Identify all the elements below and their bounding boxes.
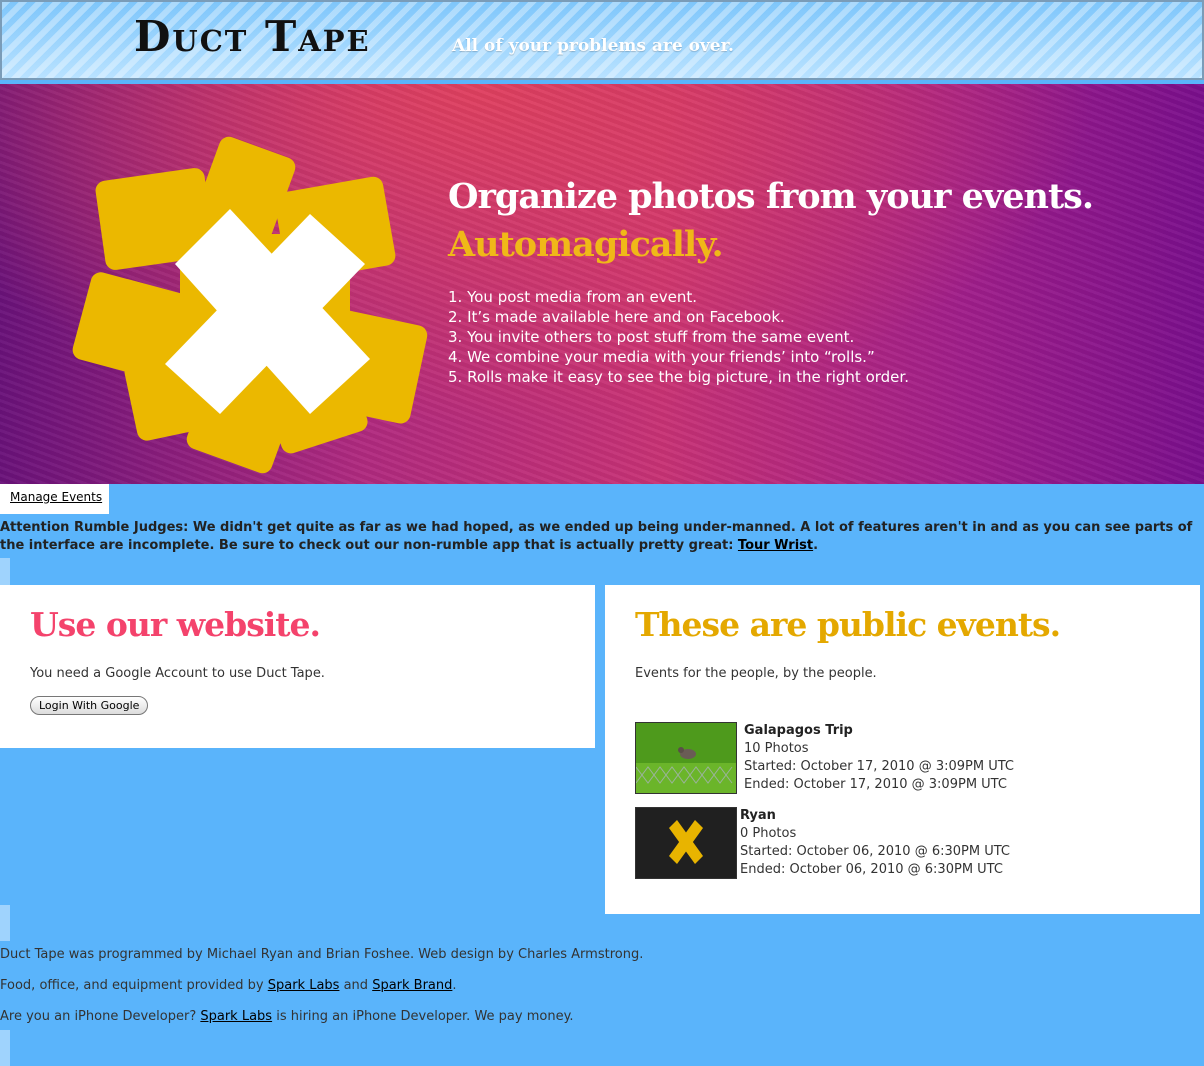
login-text: You need a Google Account to use Duct Ta… [30, 666, 325, 681]
spark-brand-link[interactable]: Spark Brand [372, 978, 452, 993]
column-notch [0, 558, 10, 585]
event-thumbnail[interactable] [635, 722, 737, 794]
event-item[interactable]: Ryan 0 Photos Started: October 06, 2010 … [635, 807, 1175, 883]
login-panel: Use our website. You need a Google Accou… [0, 585, 595, 748]
notice-end: . [813, 538, 819, 553]
hero-step: 1. You post media from an event. [448, 288, 697, 306]
hero-step: 2. It’s made available here and on Faceb… [448, 308, 785, 326]
manage-events-link[interactable]: Manage Events [10, 490, 102, 504]
event-info: Galapagos Trip 10 Photos Started: Octobe… [744, 722, 1014, 794]
hero-steps-list: 1. You post media from an event. 2. It’s… [448, 287, 909, 387]
hero-step: 3. You invite others to post stuff from … [448, 328, 855, 346]
event-name[interactable]: Galapagos Trip [744, 722, 1014, 740]
site-footer: Duct Tape was programmed by Michael Ryan… [0, 946, 643, 1039]
event-thumbnail[interactable] [635, 807, 737, 879]
footer-text: Are you an iPhone Developer? [0, 1009, 201, 1024]
event-started: Started: October 17, 2010 @ 3:09PM UTC [744, 759, 1014, 774]
event-ended: Ended: October 06, 2010 @ 6:30PM UTC [740, 862, 1003, 877]
event-info: Ryan 0 Photos Started: October 06, 2010 … [740, 807, 1010, 879]
event-photo-count: 10 Photos [744, 741, 809, 756]
tour-wrist-link[interactable]: Tour Wrist [738, 538, 813, 553]
event-name[interactable]: Ryan [740, 807, 1010, 825]
manage-events-tab: Manage Events [0, 484, 109, 514]
hero-banner: Organize photos from your events. Automa… [0, 84, 1204, 484]
column-notch [0, 905, 10, 941]
spark-labs-link[interactable]: Spark Labs [268, 978, 340, 993]
events-text: Events for the people, by the people. [635, 666, 877, 681]
site-logo[interactable]: Duct Tape [134, 12, 371, 61]
login-title: Use our website. [30, 605, 321, 644]
site-tagline: All of your problems are over. [452, 36, 734, 56]
hero-step: 5. Rolls make it easy to see the big pic… [448, 368, 909, 386]
notice-text: Attention Rumble Judges: We didn't get q… [0, 520, 1193, 553]
footer-sponsors: Food, office, and equipment provided by … [0, 977, 643, 995]
column-notch [0, 1030, 10, 1066]
hero-subtitle: Automagically. [448, 224, 724, 265]
footer-text: and [339, 978, 373, 993]
login-with-google-button[interactable]: Login With Google [30, 696, 149, 715]
footer-text: is hiring an iPhone Developer. We pay mo… [272, 1009, 574, 1024]
events-title: These are public events. [635, 605, 1061, 644]
duct-tape-x-icon [72, 136, 428, 474]
site-header: Duct Tape All of your problems are over. [0, 0, 1204, 80]
event-photo-count: 0 Photos [740, 826, 797, 841]
bird-photo [636, 723, 736, 793]
duct-tape-x-icon [636, 808, 736, 878]
footer-credits: Duct Tape was programmed by Michael Ryan… [0, 947, 644, 962]
hero-title: Organize photos from your events. [448, 176, 1094, 217]
judges-notice: Attention Rumble Judges: We didn't get q… [0, 519, 1200, 555]
footer-text: Food, office, and equipment provided by [0, 978, 268, 993]
event-item[interactable]: Galapagos Trip 10 Photos Started: Octobe… [635, 722, 1175, 798]
event-ended: Ended: October 17, 2010 @ 3:09PM UTC [744, 777, 1007, 792]
footer-text: . [452, 978, 457, 993]
event-started: Started: October 06, 2010 @ 6:30PM UTC [740, 844, 1010, 859]
footer-hiring: Are you an iPhone Developer? Spark Labs … [0, 1008, 643, 1026]
hero-step: 4. We combine your media with your frien… [448, 348, 875, 366]
public-events-panel: These are public events. Events for the … [605, 585, 1200, 914]
spark-labs-hiring-link[interactable]: Spark Labs [200, 1009, 272, 1024]
